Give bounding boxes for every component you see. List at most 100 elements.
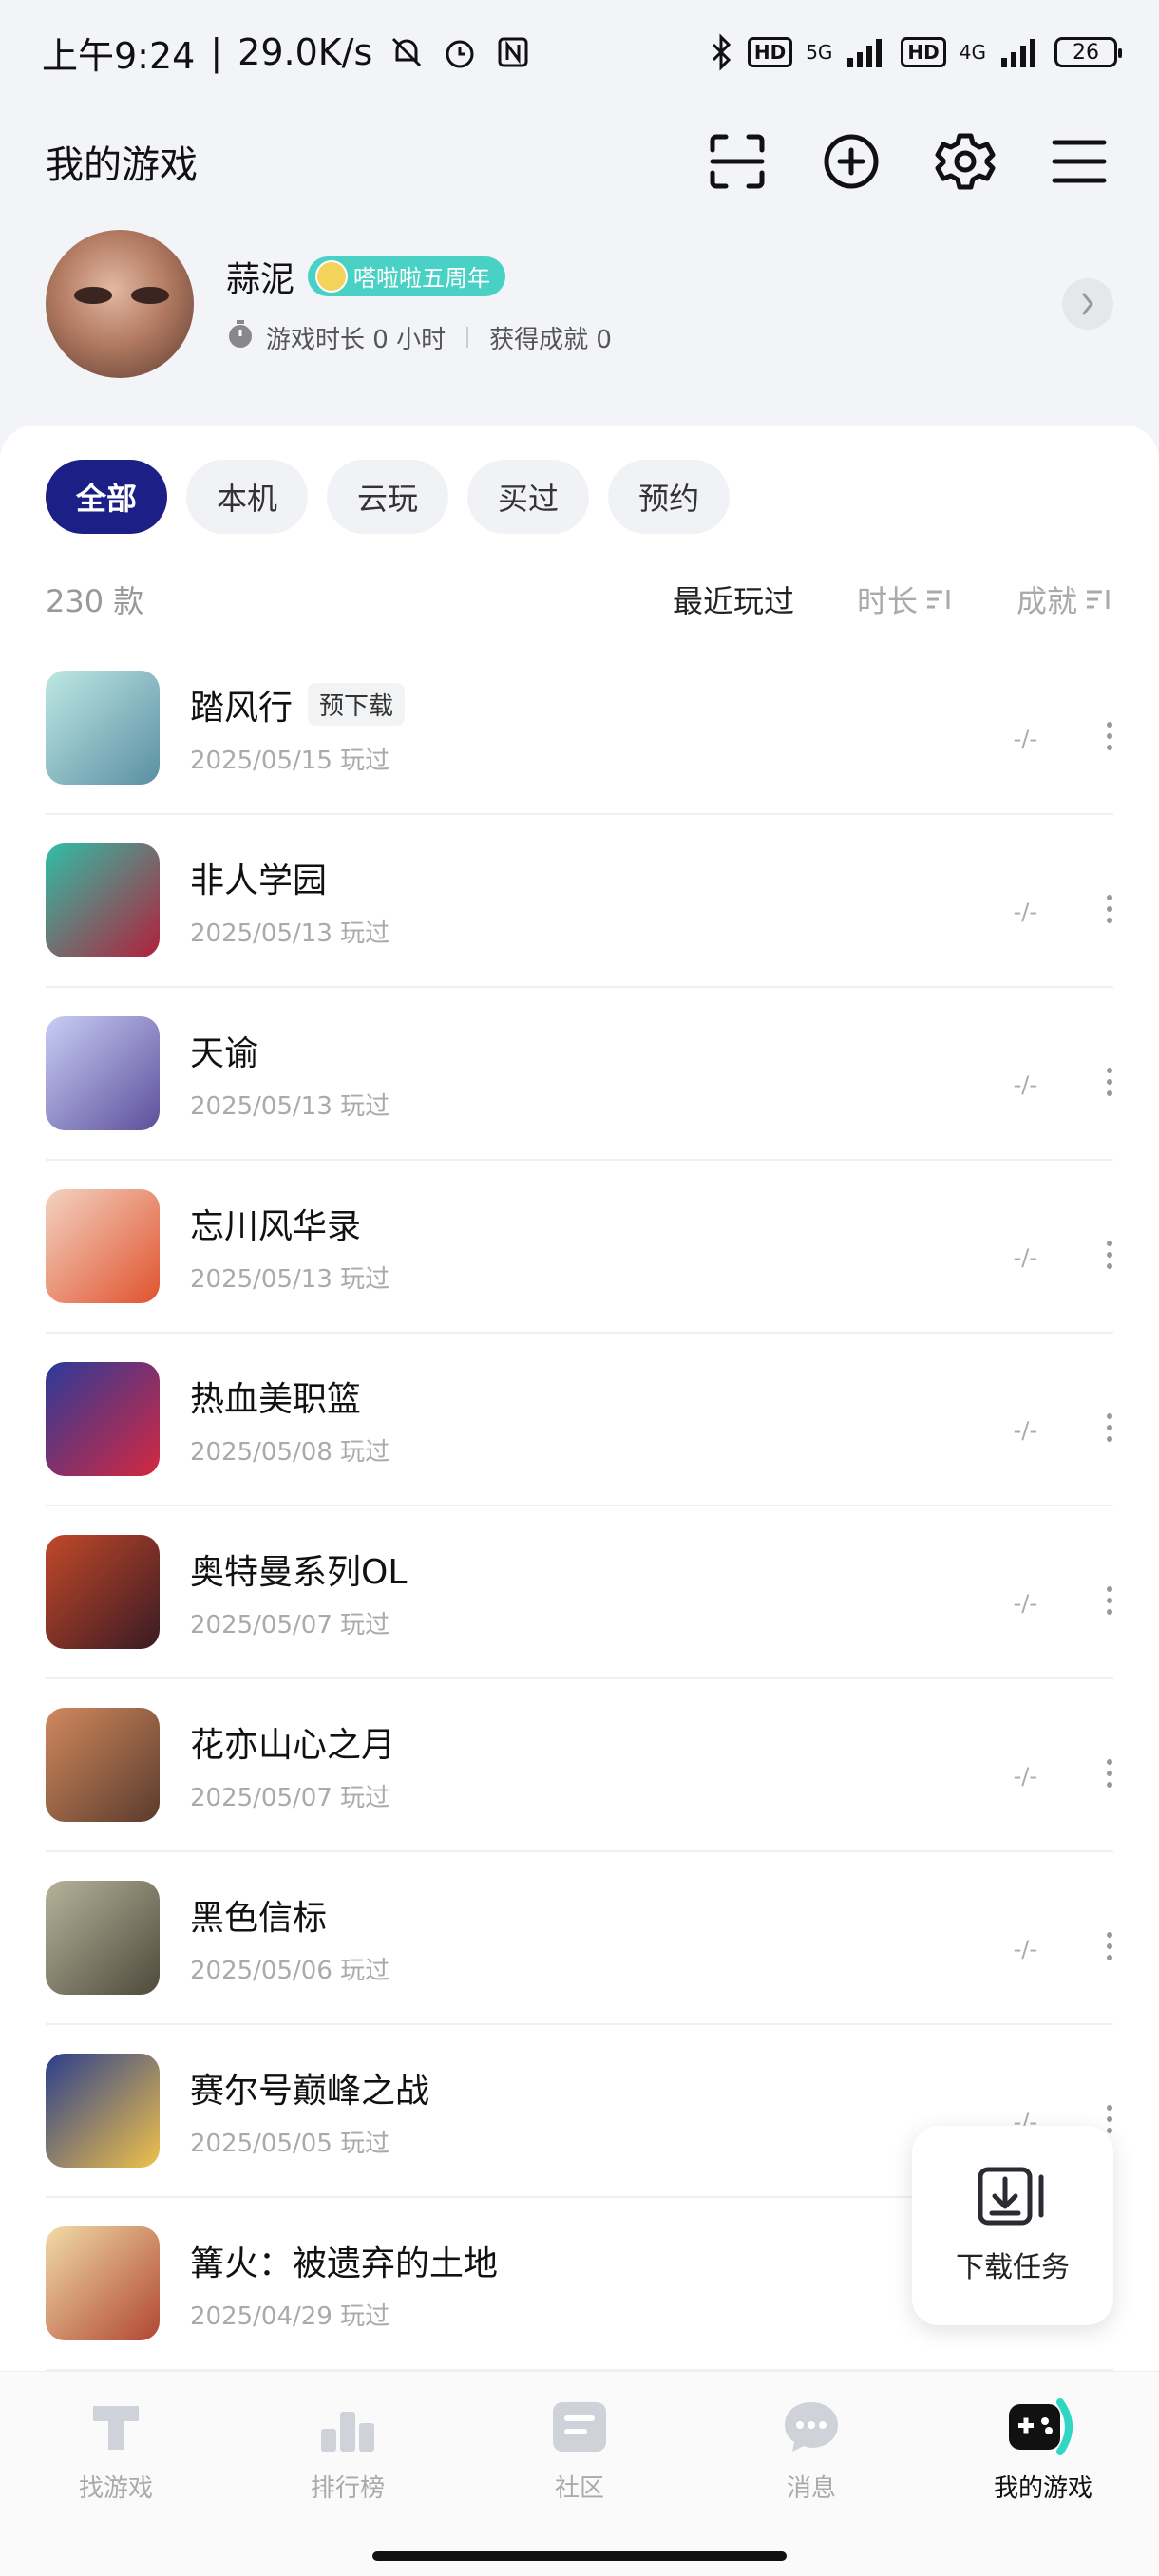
- nav-my-games[interactable]: 我的游戏: [948, 2396, 1138, 2504]
- game-row[interactable]: 天谕 2025/05/13 玩过 -/-: [46, 988, 1113, 1161]
- username: 蒜泥: [226, 259, 295, 299]
- bluetooth-icon: [710, 33, 734, 71]
- add-circle-icon[interactable]: [817, 127, 885, 196]
- sort-duration[interactable]: 时长: [857, 578, 954, 621]
- bottom-nav: 找游戏 排行榜 社区 消息 我的游戏: [0, 2371, 1159, 2576]
- sort-bar: 230 款 最近玩过 时长 成就: [46, 566, 1113, 633]
- status-speed: 29.0K/s: [238, 31, 373, 73]
- game-row[interactable]: 热血美职篮 2025/05/08 玩过 -/-: [46, 1334, 1113, 1506]
- game-title: 热血美职篮: [190, 1379, 362, 1419]
- game-cover-icon[interactable]: [46, 1535, 160, 1649]
- nav-label: 排行榜: [310, 2474, 385, 2503]
- last-played-date: 2025/05/15 玩过: [190, 746, 390, 775]
- game-row[interactable]: 非人学园 2025/05/13 玩过 -/-: [46, 815, 1113, 988]
- achievement-progress: -/-: [1013, 899, 1037, 925]
- more-options-icon[interactable]: [1106, 1241, 1113, 1269]
- find-game-icon: [93, 2406, 139, 2450]
- more-options-icon[interactable]: [1106, 895, 1113, 923]
- nfc-icon: [494, 33, 532, 71]
- signal-icon-2: [999, 37, 1041, 67]
- nav-find-game[interactable]: 找游戏: [21, 2396, 211, 2504]
- more-options-icon[interactable]: [1106, 1586, 1113, 1615]
- nav-leaderboard[interactable]: 排行榜: [253, 2396, 443, 2504]
- more-options-icon[interactable]: [1106, 722, 1113, 750]
- achievement-progress: -/-: [1013, 1936, 1037, 1962]
- profile-card[interactable]: 蒜泥 嗒啦啦五周年 游戏时长 0 小时 获得成就 0: [46, 228, 1113, 380]
- status-time: 上午9:24: [42, 34, 196, 77]
- sort-recent[interactable]: 最近玩过: [673, 578, 794, 621]
- home-indicator[interactable]: [372, 2551, 787, 2561]
- game-list: 踏风行 预下载 2025/05/15 玩过 -/- 非人学园 2025/05/1…: [46, 642, 1113, 2371]
- game-cover-icon[interactable]: [46, 1189, 160, 1303]
- achievement-progress: -/-: [1013, 1071, 1037, 1098]
- game-title: 非人学园: [190, 861, 328, 900]
- last-played-date: 2025/05/13 玩过: [190, 1091, 390, 1121]
- game-cover-icon[interactable]: [46, 671, 160, 785]
- filter-local[interactable]: 本机: [186, 460, 309, 534]
- leaderboard-icon: [321, 2412, 374, 2452]
- filter-all[interactable]: 全部: [46, 460, 168, 534]
- achievement-progress: -/-: [1013, 1244, 1037, 1271]
- game-cover-icon[interactable]: [46, 1362, 160, 1476]
- last-played-date: 2025/05/13 玩过: [190, 1264, 390, 1294]
- signal-icon: [846, 37, 887, 67]
- filter-cloud[interactable]: 云玩: [327, 460, 449, 534]
- stats-divider: [466, 327, 469, 348]
- more-options-icon[interactable]: [1106, 1759, 1113, 1788]
- settings-gear-icon[interactable]: [931, 127, 999, 196]
- game-cover-icon[interactable]: [46, 2226, 160, 2340]
- profile-chevron-right-icon[interactable]: [1062, 278, 1113, 330]
- more-options-icon[interactable]: [1106, 1413, 1113, 1442]
- nav-messages[interactable]: 消息: [716, 2396, 906, 2504]
- download-tasks-button[interactable]: 下载任务: [912, 2126, 1113, 2325]
- game-title: 踏风行: [190, 688, 294, 728]
- badge-label: 嗒啦啦五周年: [353, 265, 491, 292]
- achievement-progress: -/-: [1013, 1763, 1037, 1790]
- game-title: 花亦山心之月: [190, 1725, 396, 1765]
- game-library-panel: 全部 本机 云玩 买过 预约 230 款 最近玩过 时长 成就 踏风行 预下载 …: [0, 426, 1159, 2373]
- game-row[interactable]: 奥特曼系列OL 2025/05/07 玩过 -/-: [46, 1506, 1113, 1679]
- filter-reserved[interactable]: 预约: [608, 460, 731, 534]
- anniversary-badge[interactable]: 嗒啦啦五周年: [308, 256, 506, 296]
- more-options-icon[interactable]: [1106, 1932, 1113, 1960]
- sort-order-icon: [1087, 590, 1110, 609]
- game-cover-icon[interactable]: [46, 1881, 160, 1995]
- filter-tabs: 全部 本机 云玩 买过 预约: [46, 460, 731, 534]
- avatar[interactable]: [46, 230, 194, 378]
- last-played-date: 2025/05/06 玩过: [190, 1956, 390, 1985]
- game-row[interactable]: 黑色信标 2025/05/06 玩过 -/-: [46, 1852, 1113, 2025]
- achievement-progress: -/-: [1013, 1417, 1037, 1444]
- game-row[interactable]: 忘川风华录 2025/05/13 玩过 -/-: [46, 1161, 1113, 1334]
- alarm-icon: [441, 33, 479, 71]
- community-icon: [553, 2402, 606, 2452]
- last-played-date: 2025/05/08 玩过: [190, 1437, 390, 1467]
- game-title: 天谕: [190, 1033, 259, 1073]
- more-options-icon[interactable]: [1106, 2105, 1113, 2133]
- nav-community[interactable]: 社区: [484, 2396, 674, 2504]
- game-title: 奥特曼系列OL: [190, 1552, 408, 1592]
- sort-achievement[interactable]: 成就: [1016, 578, 1113, 621]
- last-played-date: 2025/05/07 玩过: [190, 1610, 390, 1639]
- status-divider: |: [210, 31, 223, 73]
- hd-badge: HD: [747, 37, 793, 67]
- game-cover-icon[interactable]: [46, 1016, 160, 1130]
- game-cover-icon[interactable]: [46, 2054, 160, 2168]
- play-time: 游戏时长 0 小时: [266, 325, 446, 354]
- game-row[interactable]: 踏风行 预下载 2025/05/15 玩过 -/-: [46, 642, 1113, 815]
- nav-label: 消息: [786, 2474, 836, 2503]
- battery-icon: 26: [1054, 37, 1122, 67]
- message-icon: [785, 2402, 838, 2452]
- nav-label: 我的游戏: [993, 2474, 1092, 2503]
- achievement-progress: -/-: [1013, 1590, 1037, 1617]
- badge-emblem-icon: [315, 259, 349, 293]
- game-cover-icon[interactable]: [46, 1708, 160, 1822]
- game-cover-icon[interactable]: [46, 843, 160, 957]
- stopwatch-icon: [226, 318, 255, 357]
- scan-icon[interactable]: [703, 127, 771, 196]
- more-options-icon[interactable]: [1106, 1068, 1113, 1096]
- last-played-date: 2025/05/13 玩过: [190, 919, 390, 948]
- achievements-count: 获得成就 0: [489, 325, 612, 354]
- game-row[interactable]: 花亦山心之月 2025/05/07 玩过 -/-: [46, 1679, 1113, 1852]
- menu-icon[interactable]: [1045, 127, 1113, 196]
- filter-purchased[interactable]: 买过: [467, 460, 590, 534]
